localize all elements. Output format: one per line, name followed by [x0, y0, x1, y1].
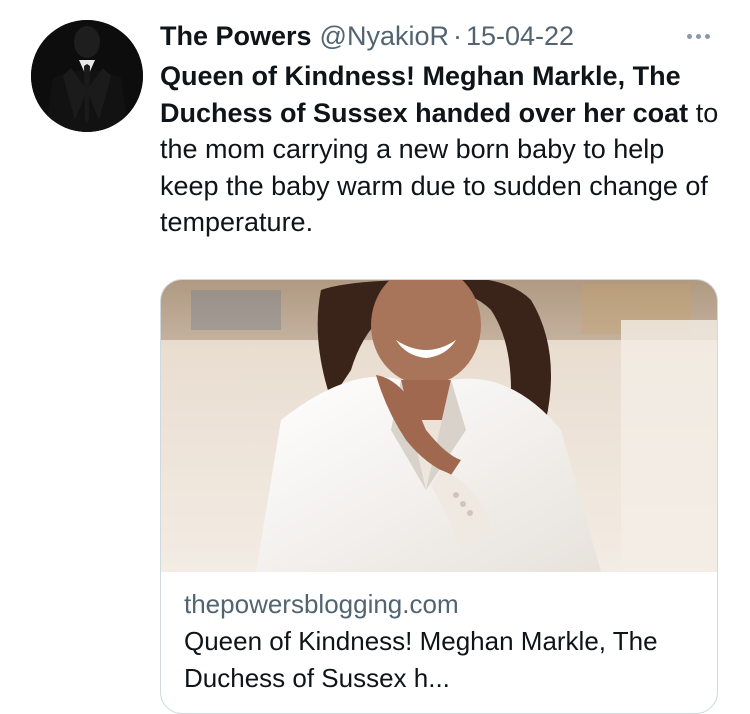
link-preview-meta: thepowersblogging.com Queen of Kindness!…	[184, 587, 704, 697]
author-avatar[interactable]	[31, 20, 143, 132]
author-handle[interactable]: @NyakioR	[320, 16, 449, 56]
link-preview-image[interactable]	[161, 280, 717, 572]
link-title[interactable]: Queen of Kindness! Meghan Markle, The Du…	[184, 623, 704, 697]
tweet-date[interactable]: 15-04-22	[466, 16, 574, 56]
tweet-text-bold: Queen of Kindness! Meghan Markle, The Du…	[160, 61, 689, 128]
tweet-text: Queen of Kindness! Meghan Markle, The Du…	[160, 58, 730, 241]
more-dots-icon[interactable]	[678, 22, 718, 50]
suited-figure-avatar-icon	[31, 20, 143, 132]
header-separator: ·	[452, 21, 462, 51]
tweet-header: The Powers @NyakioR · 15-04-22	[160, 16, 574, 56]
link-domain[interactable]: thepowersblogging.com	[184, 587, 704, 621]
woman-in-white-blazer-photo	[161, 280, 717, 572]
author-name[interactable]: The Powers	[160, 16, 312, 56]
link-preview-card[interactable]: thepowersblogging.com Queen of Kindness!…	[160, 279, 718, 714]
